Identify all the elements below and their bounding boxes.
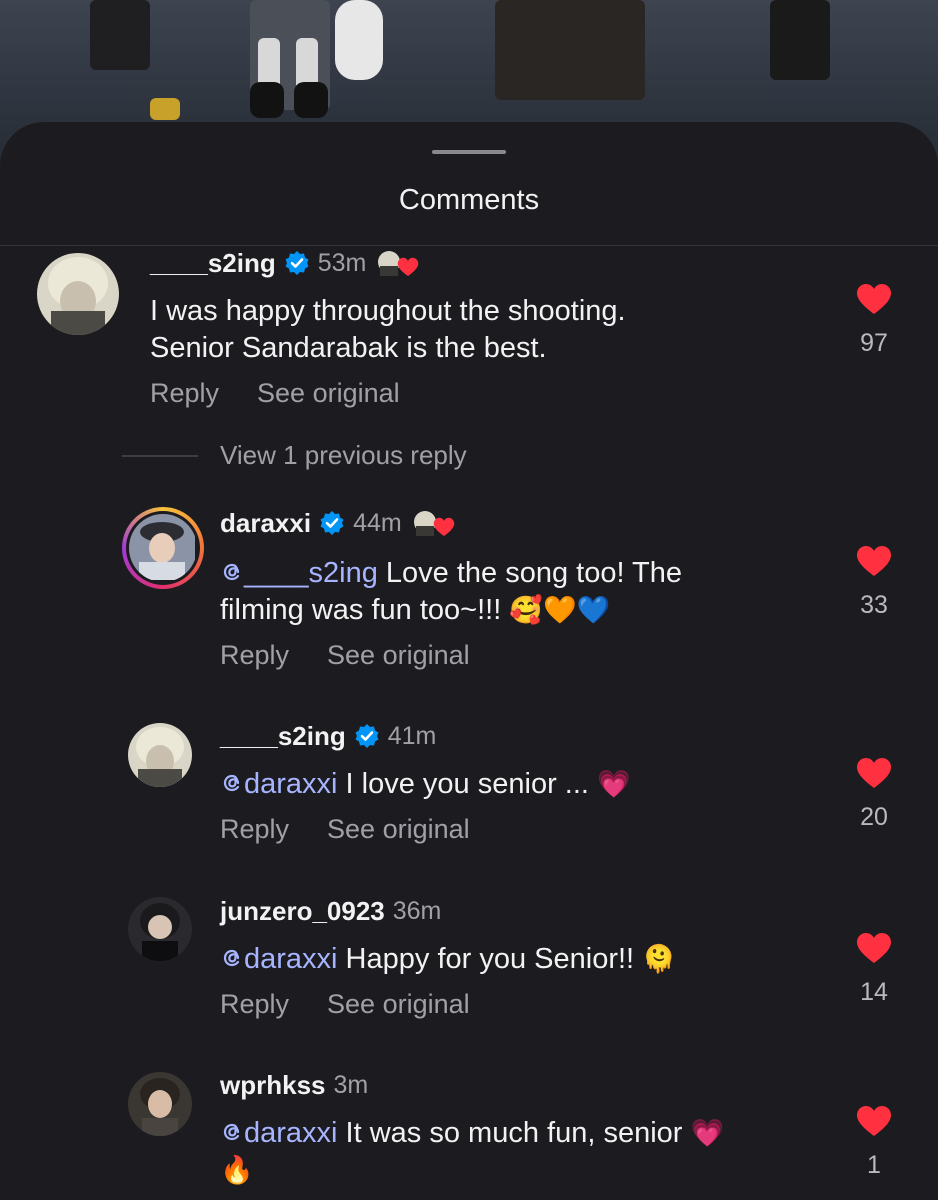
comment-header: daraxxi 44m — [220, 506, 456, 540]
creator-liked-icon — [413, 511, 454, 536]
like-button[interactable]: 33 — [844, 545, 904, 620]
mention-link[interactable]: ____s2ing — [220, 557, 378, 589]
comment-time: 44m — [353, 508, 402, 537]
like-count: 33 — [860, 591, 888, 619]
comment-header: junzero_0923 36m — [220, 894, 441, 928]
like-count: 1 — [867, 1151, 881, 1179]
like-button[interactable]: 20 — [844, 757, 904, 832]
reply-button[interactable]: Reply — [220, 814, 289, 845]
sheet-drag-handle[interactable] — [432, 150, 506, 154]
like-count: 97 — [860, 329, 888, 357]
see-original-button[interactable]: See original — [327, 814, 470, 845]
comment-header: ____s2ing 41m — [220, 719, 436, 753]
comment-actions: Reply See original — [220, 989, 470, 1020]
sheet-title: Comments — [398, 184, 540, 216]
comment-text: daraxxi Happy for you Senior!! 🫠 — [220, 941, 820, 978]
username[interactable]: ____s2ing — [220, 721, 346, 752]
threads-at-icon — [223, 563, 240, 581]
avatar-story-ring[interactable] — [122, 507, 204, 589]
reply-button[interactable]: Reply — [220, 640, 289, 671]
like-count: 14 — [860, 978, 888, 1006]
avatar[interactable] — [37, 253, 119, 335]
mention-link[interactable]: daraxxi — [220, 768, 338, 800]
comment-actions: Reply See original — [220, 814, 470, 845]
comment-time: 3m — [333, 1070, 369, 1099]
threads-at-icon — [223, 949, 240, 967]
avatar[interactable] — [128, 1072, 192, 1136]
creator-liked-icon — [378, 251, 419, 276]
comment-time: 36m — [392, 896, 442, 925]
heart-icon — [857, 758, 891, 788]
like-button[interactable]: 14 — [844, 932, 904, 1007]
emoji: 🔥 — [220, 1155, 254, 1185]
username[interactable]: junzero_0923 — [220, 896, 385, 927]
comment-header: ____s2ing 53m — [150, 246, 420, 280]
mention-link[interactable]: daraxxi — [220, 943, 338, 975]
username[interactable]: wprhkss — [220, 1070, 326, 1101]
comment-text: daraxxi I love you senior ... 💗 — [220, 766, 820, 803]
verified-badge-icon — [320, 511, 344, 535]
comment-actions: Reply See original — [220, 640, 470, 671]
comment-time: 53m — [317, 248, 367, 277]
emoji: 🥰🧡💙 — [509, 595, 611, 625]
thread-line — [122, 454, 198, 457]
comment-text: daraxxi It was so much fun, senior 💗 🔥 — [220, 1115, 820, 1189]
username[interactable]: ____s2ing — [150, 248, 276, 279]
reply-button[interactable]: Reply — [150, 378, 219, 409]
comment-time: 41m — [387, 721, 437, 750]
see-original-button[interactable]: See original — [327, 989, 470, 1020]
heart-icon — [857, 284, 891, 314]
view-previous-reply[interactable]: View 1 previous reply — [122, 440, 467, 471]
avatar[interactable] — [128, 723, 192, 787]
comment-text: ____s2ing Love the song too! The filming… — [220, 555, 820, 629]
see-original-button[interactable]: See original — [257, 378, 400, 409]
threads-at-icon — [223, 774, 240, 792]
like-button[interactable]: 97 — [844, 283, 904, 358]
emoji: 🫠 — [642, 944, 676, 974]
threads-at-icon — [223, 1123, 240, 1141]
heart-icon — [857, 933, 891, 963]
mention-link[interactable]: daraxxi — [220, 1117, 338, 1149]
see-original-button[interactable]: See original — [327, 640, 470, 671]
header-divider — [0, 245, 938, 246]
like-count: 20 — [860, 803, 888, 831]
heart-icon — [857, 1106, 891, 1136]
username[interactable]: daraxxi — [220, 508, 311, 539]
verified-badge-icon — [285, 251, 309, 275]
emoji: 💗 — [690, 1118, 725, 1148]
heart-icon — [857, 546, 891, 576]
comment-actions: Reply See original — [150, 378, 400, 409]
comment-text: I was happy throughout the shooting. Sen… — [150, 295, 626, 364]
avatar[interactable] — [128, 897, 192, 961]
reply-button[interactable]: Reply — [220, 989, 289, 1020]
emoji: 💗 — [597, 769, 631, 799]
avatar — [129, 514, 195, 582]
view-previous-reply-label[interactable]: View 1 previous reply — [220, 440, 467, 471]
comment-header: wprhkss 3m — [220, 1068, 368, 1102]
like-button[interactable]: 1 — [844, 1105, 904, 1180]
verified-badge-icon — [355, 724, 379, 748]
